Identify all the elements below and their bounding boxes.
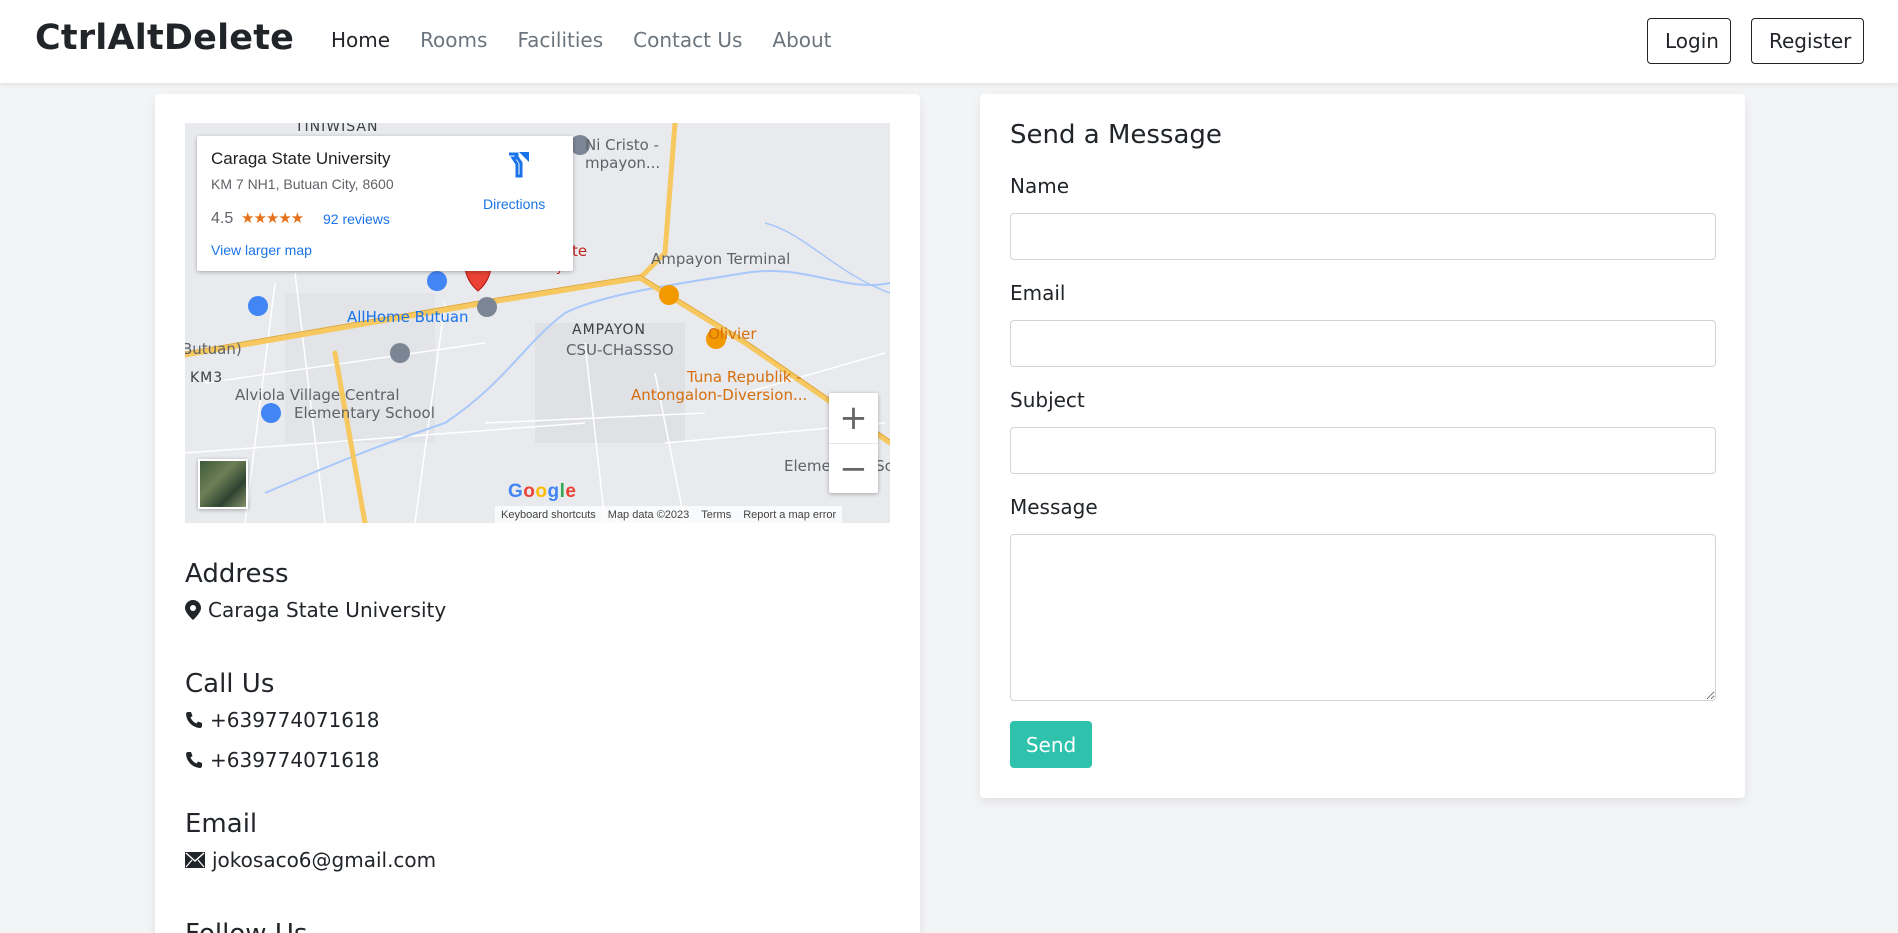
nav-home[interactable]: Home bbox=[331, 28, 390, 52]
map-label-allhome: AllHome Butuan bbox=[347, 308, 469, 326]
envelope-icon bbox=[185, 852, 205, 868]
email-address[interactable]: jokosaco6@gmail.com bbox=[212, 848, 436, 872]
email-title: Email bbox=[185, 809, 258, 839]
nav-links: Home Rooms Facilities Contact Us About bbox=[331, 28, 862, 52]
phone-icon bbox=[186, 712, 202, 728]
message-form-card: Send a Message Name Email Subject Messag… bbox=[980, 94, 1745, 798]
map-label-ampayon-short: mpayon... bbox=[585, 154, 661, 172]
place-rating: 4.5 bbox=[211, 210, 234, 227]
name-input[interactable] bbox=[1010, 213, 1716, 260]
keyboard-shortcuts-link[interactable]: Keyboard shortcuts bbox=[501, 509, 596, 521]
directions-link[interactable]: Directions bbox=[483, 196, 545, 212]
send-button[interactable]: Send bbox=[1010, 721, 1092, 768]
place-info-box: Caraga State University KM 7 NH1, Butuan… bbox=[197, 136, 573, 271]
email-label: Email bbox=[1010, 281, 1066, 305]
nav-facilities[interactable]: Facilities bbox=[517, 28, 603, 52]
map-label-csu: CSU-CHaSSSO bbox=[566, 341, 674, 359]
place-name: Caraga State University bbox=[211, 149, 391, 168]
navbar: CtrlAltDelete Home Rooms Facilities Cont… bbox=[0, 0, 1898, 83]
google-map[interactable]: TINIWISAN Ni Cristo - mpayon... te Unive… bbox=[185, 123, 890, 523]
map-label-cristo: Ni Cristo - bbox=[585, 136, 660, 154]
map-label-km3: KM3 bbox=[190, 370, 224, 386]
zoom-in-button[interactable]: + bbox=[829, 393, 878, 443]
form-title: Send a Message bbox=[1010, 120, 1222, 150]
reviews-link[interactable]: 92 reviews bbox=[323, 211, 390, 227]
place-address: KM 7 NH1, Butuan City, 8600 bbox=[211, 176, 394, 192]
terms-link[interactable]: Terms bbox=[701, 509, 731, 521]
register-button[interactable]: Register bbox=[1751, 18, 1864, 64]
map-label-tuna: Tuna Republik - bbox=[687, 368, 802, 386]
phone-number-2[interactable]: +639774071618 bbox=[210, 748, 379, 772]
nav-about[interactable]: About bbox=[772, 28, 831, 52]
map-label-antongalon: Antongalon-Diversion... bbox=[631, 386, 808, 404]
message-textarea[interactable] bbox=[1010, 534, 1716, 701]
name-label: Name bbox=[1010, 174, 1070, 198]
phone-line-1: +639774071618 bbox=[185, 708, 379, 732]
map-label-elementary-school: Elementary School bbox=[294, 404, 435, 422]
phone-icon bbox=[186, 752, 202, 768]
email-line: jokosaco6@gmail.com bbox=[185, 848, 436, 872]
subject-label: Subject bbox=[1010, 388, 1085, 412]
map-marker-icon bbox=[185, 600, 201, 620]
nav-contact-us[interactable]: Contact Us bbox=[633, 28, 742, 52]
message-label: Message bbox=[1010, 495, 1098, 519]
subject-input[interactable] bbox=[1010, 427, 1716, 474]
phone-number-1[interactable]: +639774071618 bbox=[210, 708, 379, 732]
map-label-alviola: Alviola Village Central bbox=[235, 386, 400, 404]
follow-us-title: Follow Us bbox=[185, 919, 307, 933]
address-text: Caraga State University bbox=[208, 598, 447, 622]
phone-line-2: +639774071618 bbox=[185, 748, 379, 772]
map-label-ampayon-terminal: Ampayon Terminal bbox=[651, 250, 791, 268]
google-logo: Google bbox=[508, 481, 577, 502]
address-line: Caraga State University bbox=[185, 598, 446, 622]
email-input[interactable] bbox=[1010, 320, 1716, 367]
zoom-controls: + − bbox=[829, 393, 878, 493]
view-larger-map-link[interactable]: View larger map bbox=[211, 242, 312, 258]
report-error-link[interactable]: Report a map error bbox=[743, 509, 836, 521]
directions-icon[interactable] bbox=[503, 150, 531, 178]
brand-logo[interactable]: CtrlAltDelete bbox=[35, 18, 294, 58]
address-title: Address bbox=[185, 559, 289, 589]
map-label-olivier: Olivier bbox=[708, 325, 757, 343]
star-rating-icon: ★★★★★ bbox=[241, 209, 304, 227]
satellite-toggle[interactable] bbox=[198, 459, 248, 509]
nav-rooms[interactable]: Rooms bbox=[420, 28, 487, 52]
map-label-tiniwisan: TINIWISAN bbox=[295, 123, 379, 135]
map-data-text: Map data ©2023 bbox=[607, 508, 690, 521]
map-label-butuan: Butuan) bbox=[185, 340, 242, 358]
map-label-ampayon: AMPAYON bbox=[572, 322, 646, 338]
contact-info-card: TINIWISAN Ni Cristo - mpayon... te Unive… bbox=[155, 94, 920, 933]
login-button[interactable]: Login bbox=[1647, 18, 1731, 64]
map-label-te: te bbox=[572, 242, 588, 260]
map-footer: Keyboard shortcuts Map data ©2023 Terms … bbox=[495, 506, 843, 523]
zoom-out-button[interactable]: − bbox=[829, 443, 878, 493]
call-us-title: Call Us bbox=[185, 669, 275, 699]
